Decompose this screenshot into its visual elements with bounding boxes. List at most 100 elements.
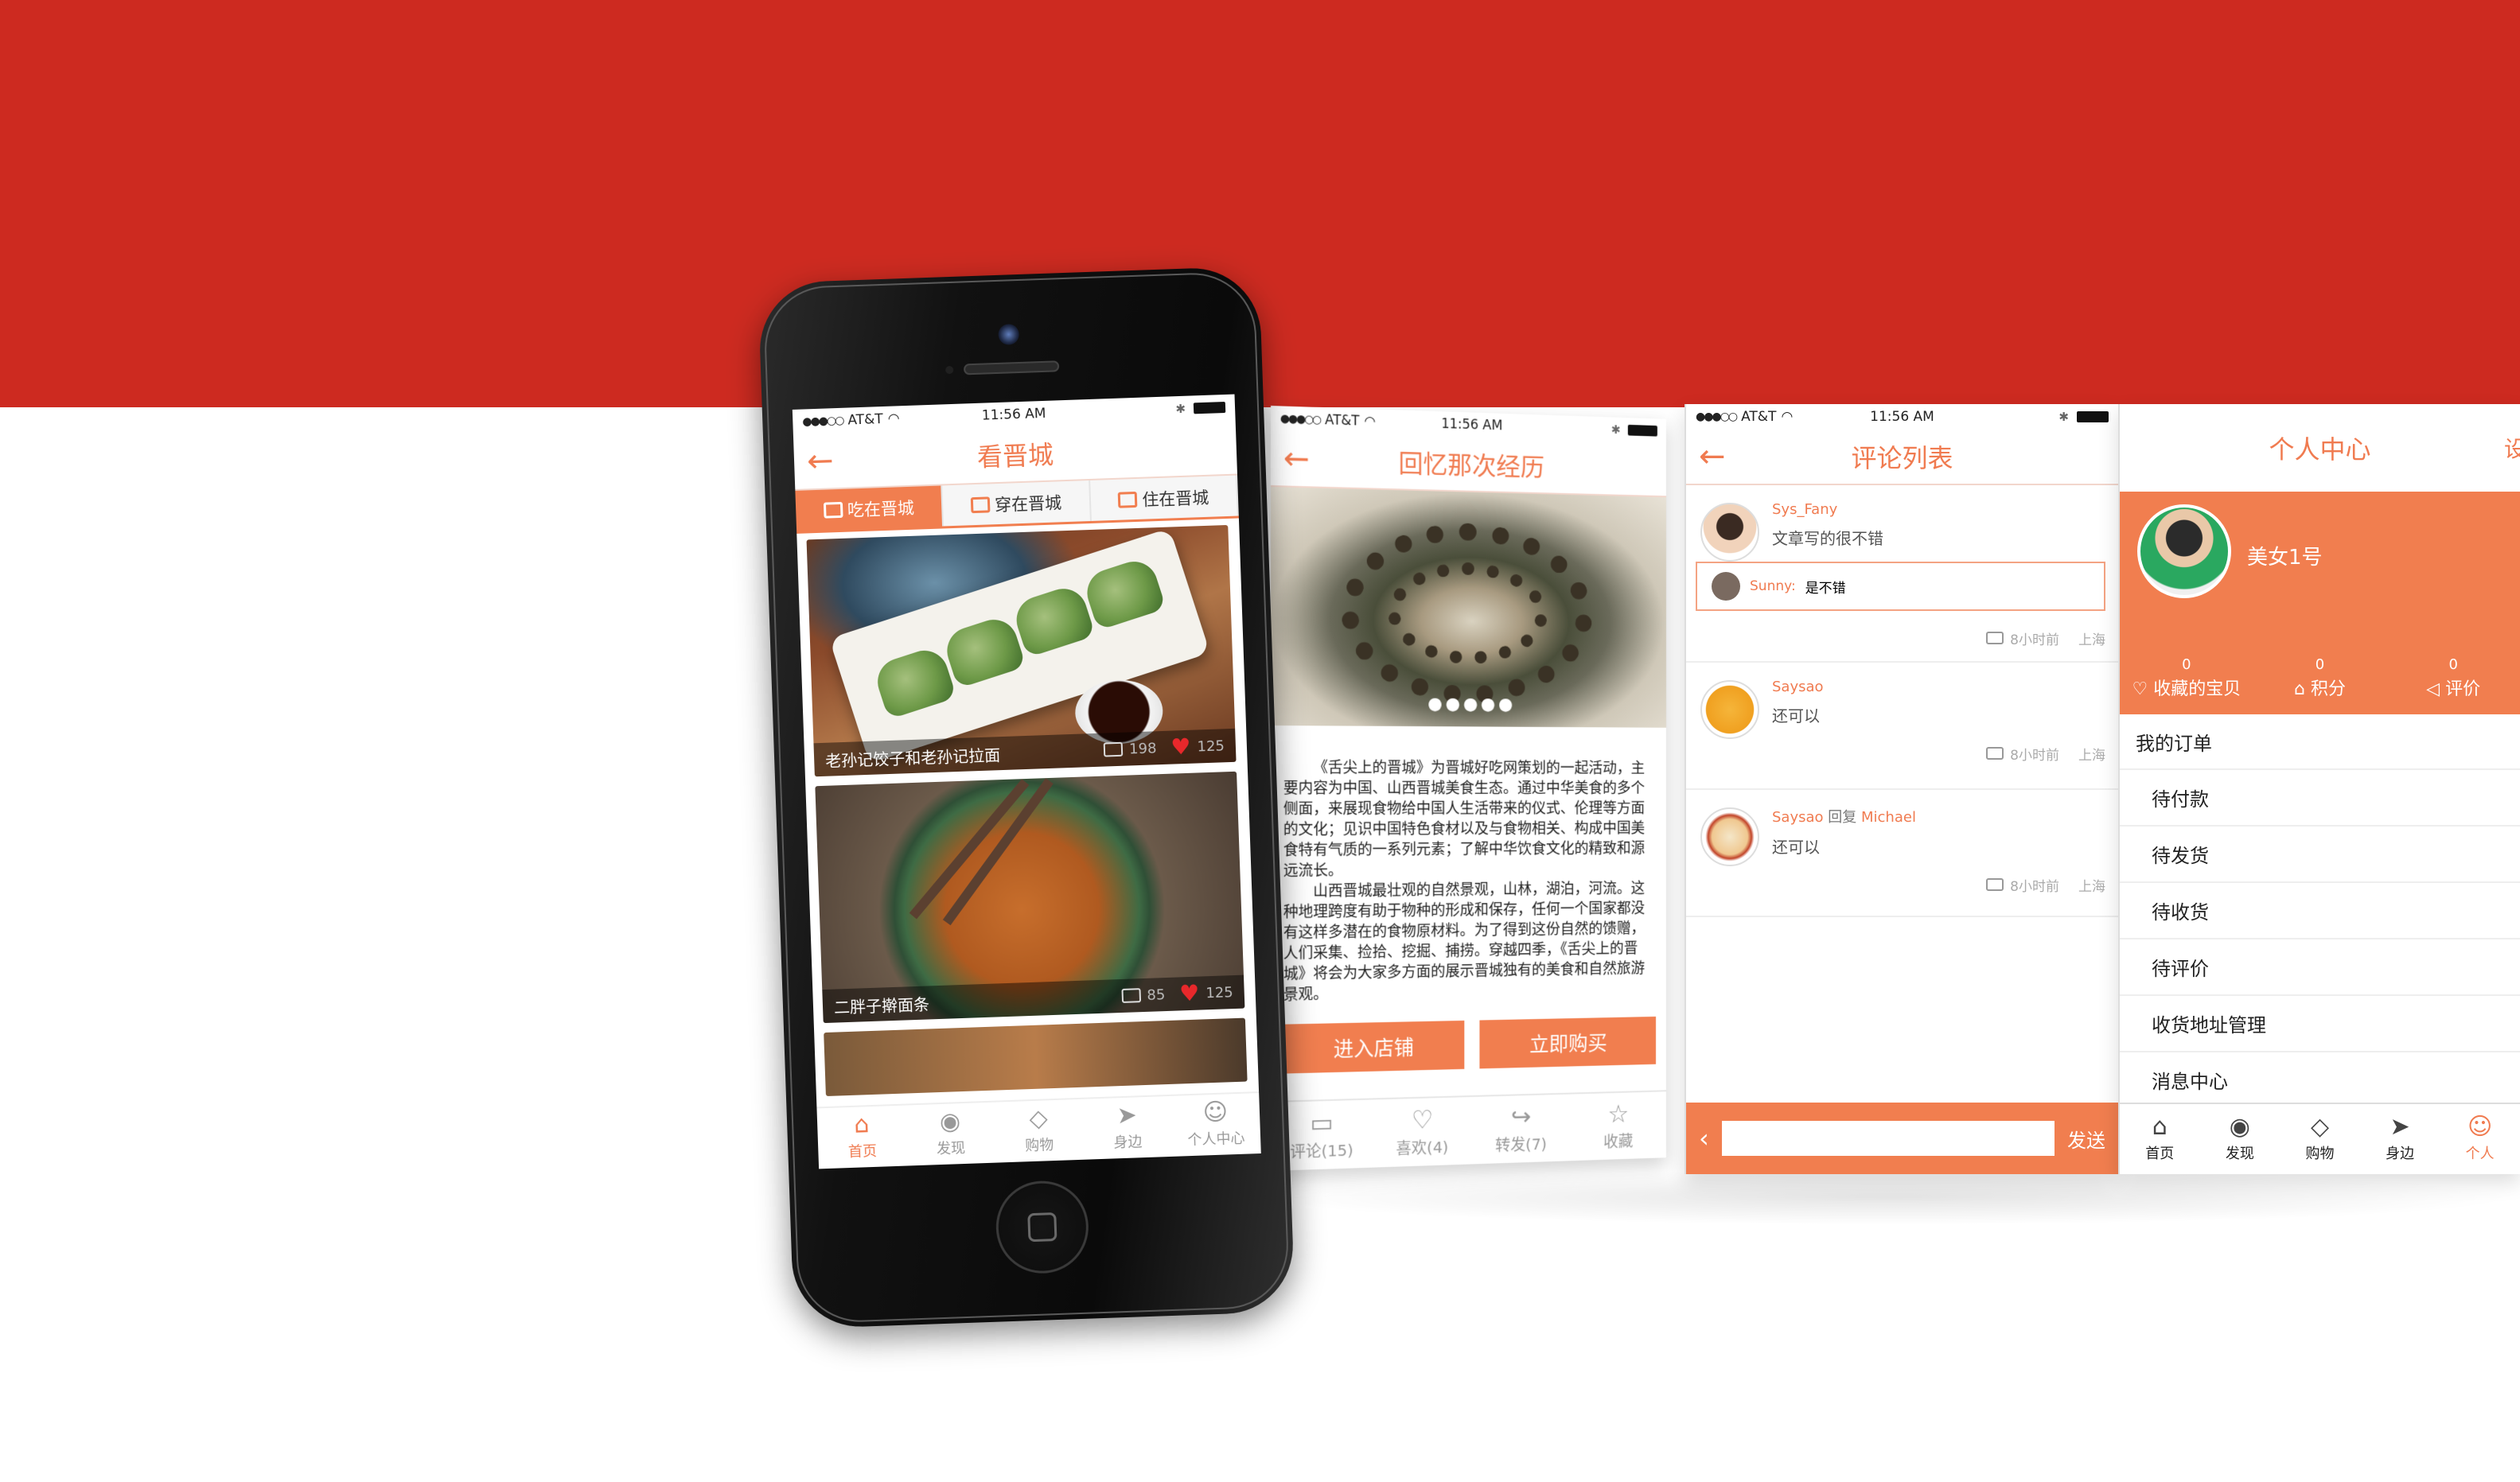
article-paragraph: 山西晋城最壮观的自然景观，山林，湖泊，河流。这种地理跨度有助于物种的形成和保存，… bbox=[1283, 880, 1646, 1004]
back-arrow-icon[interactable]: ← bbox=[806, 442, 834, 480]
comment-action-label: 评论(15) bbox=[1290, 1140, 1353, 1161]
user-avatar[interactable] bbox=[2137, 504, 2231, 598]
article-action-bar: ▭ 评论(15) ♡ 喜欢(4) ↪ 转发(7) ☆ 收藏 bbox=[1271, 1090, 1666, 1171]
tab-home[interactable]: ⌂ 首页 bbox=[2120, 1104, 2200, 1174]
card-title: 二胖子擀面条 bbox=[833, 994, 930, 1017]
reply-button[interactable]: 8小时前 bbox=[1986, 744, 2059, 764]
tab-label: 购物 bbox=[2305, 1146, 2335, 1162]
menu-item-messages[interactable]: 消息中心 bbox=[2120, 1052, 2520, 1109]
card-title: 老孙记饺子和老孙记拉面 bbox=[824, 745, 1001, 771]
eye-icon: ◉ bbox=[939, 1107, 961, 1137]
comment-user[interactable]: Saysao bbox=[1772, 679, 2105, 695]
like-count[interactable]: ♥ 125 bbox=[1170, 733, 1225, 760]
camera-lens bbox=[998, 323, 1020, 345]
menu-item-pending-review[interactable]: 待评价 bbox=[2120, 939, 2520, 996]
wifi-icon: ◠ bbox=[1364, 413, 1376, 430]
tab-wear[interactable]: 穿在晋城 bbox=[942, 480, 1092, 527]
earpiece-speaker bbox=[963, 360, 1060, 375]
chevron-left-icon[interactable]: ‹ bbox=[1699, 1123, 1709, 1153]
sensor-dot bbox=[945, 365, 954, 375]
tab-label: 身边 bbox=[1113, 1134, 1143, 1152]
tab-eat[interactable]: 吃在晋城 bbox=[795, 485, 945, 531]
favorite-action[interactable]: ☆ 收藏 bbox=[1570, 1091, 1666, 1161]
stat-number: 0 bbox=[2448, 656, 2458, 673]
reply-user: Sunny: bbox=[1750, 578, 1796, 594]
comment-count-value: 198 bbox=[1128, 739, 1157, 757]
location-arrow-icon: ➤ bbox=[2390, 1113, 2410, 1141]
tab-label: 首页 bbox=[847, 1142, 878, 1161]
compose-bar: ‹ 发送 bbox=[1686, 1103, 2118, 1174]
stat-favorites[interactable]: 0 ♡ 收藏的宝贝 bbox=[2120, 656, 2253, 700]
comment-count[interactable]: 85 bbox=[1121, 986, 1166, 1005]
enter-shop-button[interactable]: 进入店铺 bbox=[1281, 1020, 1465, 1074]
signal-icon: ●●●○○ bbox=[802, 414, 843, 429]
tab-profile[interactable]: ☺ 个人 bbox=[2440, 1104, 2520, 1174]
comment-meta: 8小时前 上海 bbox=[1772, 744, 2105, 764]
back-arrow-icon[interactable]: ← bbox=[1699, 441, 1726, 473]
avatar[interactable] bbox=[1700, 680, 1759, 739]
carrier-label: AT&T bbox=[847, 411, 884, 429]
home-icon: ⌂ bbox=[853, 1111, 870, 1139]
user-name: 美女1号 bbox=[2247, 546, 2323, 570]
stat-reviews[interactable]: 0 ◁ 评价 bbox=[2386, 656, 2520, 700]
article-screen: ●●●○○ AT&T ◠ 11:56 AM ✱ ← 回忆那次经历 ●●●●● 《舌尖… bbox=[1271, 406, 1666, 1171]
tab-shop[interactable]: ◇ 购物 bbox=[2280, 1104, 2360, 1174]
reply-target[interactable]: Michael bbox=[1861, 809, 1916, 826]
tab-discover[interactable]: ◉ 发现 bbox=[2200, 1104, 2280, 1174]
menu-item-address[interactable]: 收货地址管理 bbox=[2120, 996, 2520, 1052]
like-count[interactable]: ♥ 125 bbox=[1179, 980, 1234, 1007]
reply-button[interactable]: 8小时前 bbox=[1986, 628, 2059, 648]
reply-button[interactable]: 8小时前 bbox=[1986, 875, 2059, 895]
tab-nearby[interactable]: ➤ 身边 bbox=[1082, 1096, 1173, 1160]
stat-label: 评价 bbox=[2445, 679, 2481, 699]
tab-bar: ⌂ 首页 ◉ 发现 ◇ 购物 ➤ 身边 ☺ 个人 bbox=[2120, 1103, 2520, 1174]
slider-dots[interactable]: ●●●●● bbox=[1271, 693, 1666, 715]
home-button[interactable] bbox=[994, 1179, 1090, 1275]
comment-input[interactable] bbox=[1721, 1121, 2055, 1156]
menu-item-pending-shipment[interactable]: 待发货 bbox=[2120, 827, 2520, 883]
feed-card[interactable]: 老孙记饺子和老孙记拉面 198 ♥ 125 bbox=[806, 524, 1237, 777]
buy-now-button[interactable]: 立即购买 bbox=[1479, 1016, 1657, 1069]
settings-link[interactable]: 设 bbox=[2504, 432, 2520, 464]
tab-discover[interactable]: ◉ 发现 bbox=[906, 1103, 996, 1166]
nav-bar: ← 评论列表 bbox=[1686, 430, 2118, 485]
stat-label: 积分 bbox=[2310, 679, 2346, 699]
hotel-icon bbox=[1117, 491, 1138, 508]
back-arrow-icon[interactable]: ← bbox=[1283, 440, 1310, 477]
floor-shadow bbox=[1257, 1169, 2520, 1225]
share-action[interactable]: ↪ 转发(7) bbox=[1472, 1095, 1570, 1165]
send-button[interactable]: 发送 bbox=[2067, 1125, 2105, 1153]
tab-shop[interactable]: ◇ 购物 bbox=[994, 1099, 1085, 1163]
user-stats: 0 ♡ 收藏的宝贝 0 ⌂ 积分 0 ◁ 评价 bbox=[2120, 656, 2520, 700]
feed-card[interactable]: 二胖子擀面条 85 ♥ 125 bbox=[815, 771, 1245, 1024]
comment-user[interactable]: Sys_Fany bbox=[1772, 501, 2105, 518]
comment-count[interactable]: 198 bbox=[1103, 739, 1157, 758]
comment-item: Sys_Fany 文章写的很不错 Sunny: 是不错 8小时前 上海 bbox=[1686, 485, 2118, 663]
like-count-value: 125 bbox=[1205, 983, 1234, 1002]
avatar[interactable] bbox=[1700, 503, 1759, 562]
comment-place: 上海 bbox=[2078, 632, 2105, 648]
tab-nearby[interactable]: ➤ 身边 bbox=[2360, 1104, 2440, 1174]
tab-profile[interactable]: ☺ 个人中心 bbox=[1170, 1093, 1261, 1157]
signal-icon: ●●●○○ bbox=[1696, 410, 1738, 423]
like-action[interactable]: ♡ 喜欢(4) bbox=[1373, 1097, 1472, 1168]
comment-place: 上海 bbox=[2078, 879, 2105, 895]
tab-label: 身边 bbox=[2386, 1146, 2415, 1162]
comment-user-name[interactable]: Saysao bbox=[1772, 809, 1824, 826]
tag-icon: ◇ bbox=[1028, 1104, 1049, 1134]
dumpling bbox=[1010, 582, 1096, 658]
tab-home[interactable]: ⌂ 首页 bbox=[816, 1106, 907, 1169]
tab-stay[interactable]: 住在晋城 bbox=[1089, 475, 1239, 521]
comment-icon bbox=[1986, 878, 2004, 891]
feed-card[interactable] bbox=[824, 1017, 1248, 1097]
comment-meta: 8小时前 上海 bbox=[1772, 875, 2105, 895]
menu-item-pending-receipt[interactable]: 待收货 bbox=[2120, 883, 2520, 939]
tab-label: 购物 bbox=[1024, 1137, 1054, 1155]
menu-item-pending-payment[interactable]: 待付款 bbox=[2120, 770, 2520, 827]
avatar[interactable] bbox=[1700, 807, 1759, 866]
reply-text: 是不错 bbox=[1805, 580, 1846, 597]
stage: ●●●○○ AT&T ◠ 11:56 AM ✱ ← 回忆那次经历 ●●●●● 《舌尖… bbox=[0, 0, 2520, 1482]
stat-points[interactable]: 0 ⌂ 积分 bbox=[2253, 656, 2387, 700]
home-square-icon bbox=[1027, 1212, 1057, 1243]
orders-heading[interactable]: 我的订单 bbox=[2120, 714, 2520, 770]
